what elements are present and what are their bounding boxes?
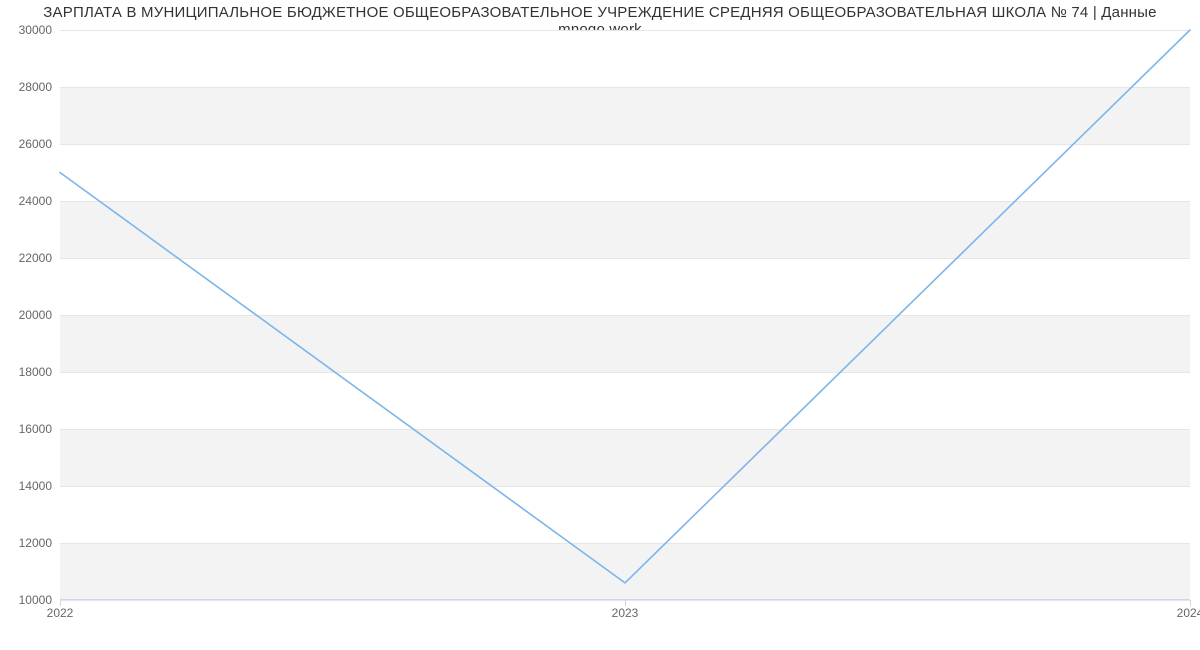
chart-container: ЗАРПЛАТА В МУНИЦИПАЛЬНОЕ БЮДЖЕТНОЕ ОБЩЕО…	[0, 0, 1200, 650]
y-tick-label: 16000	[19, 422, 60, 436]
x-tick-label: 2022	[47, 600, 74, 620]
y-tick-label: 26000	[19, 137, 60, 151]
line-series	[60, 30, 1190, 600]
y-tick-label: 12000	[19, 536, 60, 550]
y-tick-label: 14000	[19, 479, 60, 493]
series-path	[60, 30, 1190, 583]
x-tick-label: 2023	[612, 600, 639, 620]
y-tick-label: 20000	[19, 308, 60, 322]
y-tick-label: 30000	[19, 23, 60, 37]
plot-area: 1000012000140001600018000200002200024000…	[60, 30, 1190, 600]
y-tick-label: 18000	[19, 365, 60, 379]
x-tick-label: 2024	[1177, 600, 1200, 620]
y-tick-label: 22000	[19, 251, 60, 265]
y-tick-label: 24000	[19, 194, 60, 208]
y-tick-label: 28000	[19, 80, 60, 94]
